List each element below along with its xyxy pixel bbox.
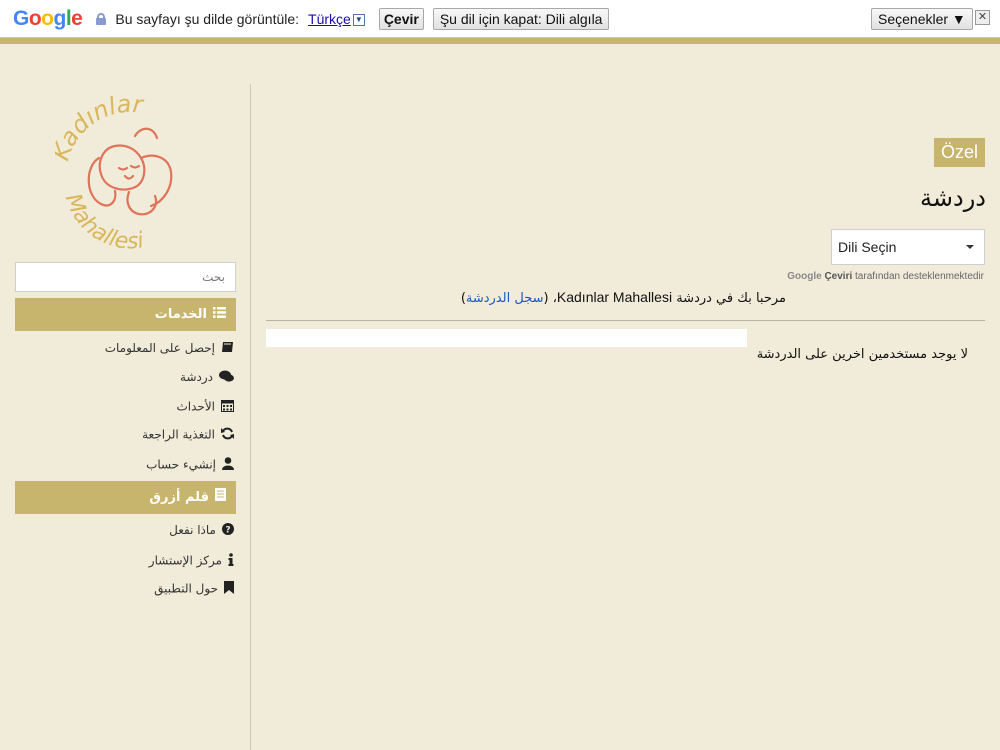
powered-by: Google Çeviri tarafından desteklenmekted… [787, 271, 984, 282]
chat-message-area[interactable] [266, 329, 747, 347]
refresh-icon [221, 427, 234, 443]
info-icon [228, 553, 234, 569]
search-placeholder: بحث [202, 270, 225, 284]
powered-by-suffix: tarafından desteklenmektedir [855, 271, 984, 282]
list-icon [213, 298, 226, 331]
google-logo: Google [13, 6, 83, 30]
sidebar-item-what-we-do[interactable]: ? ماذا نفعل [169, 523, 234, 538]
services-title: الخدمات [154, 307, 207, 322]
logo-text-top: Kadınlar [55, 96, 146, 164]
translate-prompt: Bu sayfayı şu dilde görüntüle: [115, 10, 300, 27]
powered-by-brand: Google [787, 271, 822, 282]
document-icon [215, 481, 226, 514]
bluepen-title: قلم أزرق [149, 490, 209, 505]
lock-icon [96, 12, 107, 25]
sidebar-item-events[interactable]: الأحداث [176, 399, 234, 415]
question-icon: ? [222, 523, 234, 538]
calendar-icon [221, 399, 234, 415]
sidebar-item-consult-center[interactable]: مركز الإستشار [149, 553, 234, 569]
svg-text:?: ? [225, 526, 230, 536]
svg-text:Mahallesi: Mahallesi [60, 190, 146, 254]
sidebar-item-label: حول التطبيق [154, 581, 218, 596]
search-input[interactable]: بحث [15, 262, 236, 292]
sidebar-item-label: ماذا نفعل [169, 523, 216, 537]
private-badge: Özel [934, 138, 985, 167]
dropdown-arrow-icon[interactable]: ▼ [352, 13, 365, 26]
sidebar-item-label: إنشيء حساب [146, 457, 216, 472]
sidebar-item-chat[interactable]: دردشة [180, 370, 234, 385]
book-icon [221, 341, 234, 356]
sidebar-item-label: التغذية الراجعة [142, 427, 215, 442]
site-logo[interactable]: Kadınlar Mahallesi [55, 96, 205, 256]
sidebar-item-label: الأحداث [176, 399, 215, 414]
translate-bar-divider [0, 38, 1000, 44]
welcome-site-name: Kadınlar Mahallesi [556, 289, 673, 305]
user-icon [222, 457, 234, 473]
language-link[interactable]: Türkçe ▼ [308, 11, 365, 27]
language-label: Türkçe [308, 10, 351, 27]
sidebar-item-get-info[interactable]: إحصل على المعلومات [105, 341, 234, 356]
sidebar-item-label: مركز الإستشار [148, 553, 222, 568]
translate-bar: Google Bu sayfayı şu dilde görüntüle: Tü… [0, 0, 1000, 38]
language-select[interactable]: Dili Seçin [831, 229, 985, 265]
translate-button[interactable]: Çevir [378, 7, 424, 30]
language-select-label: Dili Seçin [838, 239, 897, 255]
sidebar-item-about-app[interactable]: حول التطبيق [154, 581, 234, 597]
services-header: الخدمات [15, 298, 236, 331]
caret-down-icon [966, 245, 974, 249]
svg-text:Kadınlar: Kadınlar [55, 96, 146, 164]
chat-log-link[interactable]: سجل الدردشة [466, 291, 544, 306]
no-users-message: لا يوجد مستخدمين اخرين على الدردشة [756, 347, 968, 362]
bluepen-header: قلم أزرق [15, 481, 236, 514]
sidebar: Kadınlar Mahallesi بحث الخدمات إحصل على … [0, 84, 251, 750]
powered-by-translate-link[interactable]: Çeviri [824, 271, 852, 282]
sidebar-item-label: دردشة [180, 370, 213, 384]
sidebar-item-label: إحصل على المعلومات [104, 341, 215, 355]
bookmark-icon [224, 581, 234, 597]
welcome-prefix: مرحبا بك في دردشة [676, 291, 786, 306]
divider [266, 320, 985, 321]
welcome-message: مرحبا بك في دردشة Kadınlar Mahallesi، (س… [460, 289, 786, 306]
sidebar-item-feedback[interactable]: التغذية الراجعة [142, 427, 234, 443]
sidebar-item-create-account[interactable]: إنشيء حساب [146, 457, 234, 473]
close-icon[interactable]: ✕ [975, 10, 990, 25]
turn-off-button[interactable]: Şu dil için kapat: Dili algıla [432, 7, 610, 30]
page-title: دردشة [920, 184, 986, 212]
logo-text-bottom: Mahallesi [60, 190, 146, 254]
options-button[interactable]: Seçenekler ▼ [871, 8, 973, 30]
comments-icon [219, 370, 234, 385]
